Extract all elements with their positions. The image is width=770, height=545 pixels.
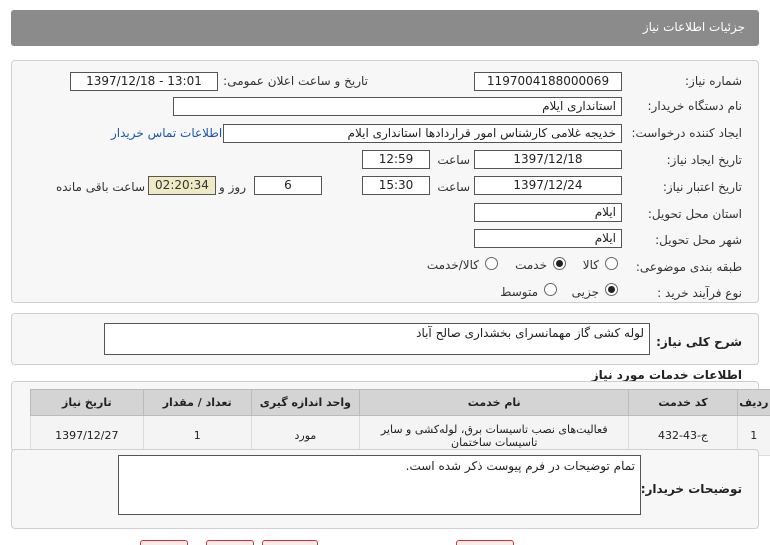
city-field[interactable]: ایلام (474, 229, 622, 248)
remaining-time-field: 02:20:34 (148, 176, 216, 195)
creator-field[interactable]: خدیجه غلامی کارشناس امور قراردادها استان… (223, 124, 622, 143)
need-number-field[interactable]: 1197004188000069 (474, 72, 622, 91)
process-minor-label: جزیی (571, 285, 599, 299)
page-title: جزئیات اطلاعات نیاز (642, 20, 745, 34)
action-button-3[interactable] (262, 540, 318, 545)
created-date-label: تاریخ ایجاد نیاز: (666, 153, 742, 167)
category-service-radio[interactable] (553, 257, 566, 270)
summary-field[interactable]: لوله کشی گاز مهمانسرای بخشداری صالح آباد (104, 323, 650, 355)
category-goods-service-label: کالا/خدمت (426, 258, 479, 272)
col-code: کد خدمت (628, 389, 738, 416)
col-qty: تعداد / مقدار (142, 389, 252, 416)
action-button-2[interactable] (206, 540, 254, 545)
col-row: ردیف (736, 389, 770, 416)
remaining-label: ساعت باقی مانده (55, 180, 145, 194)
province-label: استان محل تحویل: (647, 207, 742, 221)
action-button-1[interactable] (140, 540, 188, 545)
buyer-org-field[interactable]: استانداری ایلام (173, 97, 622, 116)
services-title: اطلاعات خدمات مورد نیاز (591, 368, 742, 382)
summary-label: شرح کلی نیاز: (656, 335, 742, 349)
services-header-row: تاریخ نیاز تعداد / مقدار واحد اندازه گیر… (30, 389, 770, 416)
created-time-field[interactable]: 12:59 (362, 150, 430, 169)
process-minor-radio[interactable] (605, 283, 618, 296)
validity-time-label: ساعت (437, 180, 470, 194)
action-button-4[interactable] (456, 540, 514, 545)
buyer-org-label: نام دستگاه خریدار: (647, 99, 743, 113)
services-table: تاریخ نیاز تعداد / مقدار واحد اندازه گیر… (30, 389, 770, 456)
category-goods-radio[interactable] (605, 257, 618, 270)
category-goods-service-radio[interactable] (485, 257, 498, 270)
col-date: تاریخ نیاز (30, 389, 144, 416)
created-time-label: ساعت (437, 153, 470, 167)
days-field[interactable]: 6 (254, 176, 322, 195)
col-name: نام خدمت (359, 389, 630, 416)
buyer-notes-field[interactable]: تمام توضیحات در فرم پیوست ذکر شده است. (118, 455, 641, 515)
process-medium-label: متوسط (500, 285, 538, 299)
announce-label: تاریخ و ساعت اعلان عمومی: (223, 74, 368, 88)
validity-time-field[interactable]: 15:30 (362, 176, 430, 195)
validity-date-label: تاریخ اعتبار نیاز: (662, 180, 742, 194)
buyer-notes-label: توضیحات خریدار: (640, 482, 742, 496)
validity-date-field[interactable]: 1397/12/24 (474, 176, 622, 195)
page-header: جزئیات اطلاعات نیاز (11, 10, 759, 46)
created-date-field[interactable]: 1397/12/18 (474, 150, 622, 169)
category-goods-label: کالا (582, 258, 599, 272)
process-medium-radio[interactable] (544, 283, 557, 296)
buyer-contact-link[interactable]: اطلاعات تماس خریدار (111, 126, 222, 140)
city-label: شهر محل تحویل: (655, 233, 742, 247)
announce-field[interactable]: 1397/12/18 - 13:01 (70, 72, 218, 91)
days-label: روز و (219, 180, 246, 194)
creator-label: ایجاد کننده درخواست: (631, 126, 742, 140)
category-service-label: خدمت (515, 258, 547, 272)
category-label: طبقه بندی موضوعی: (635, 260, 742, 274)
need-number-label: شماره نیاز: (685, 74, 742, 88)
process-label: نوع فرآیند خرید : (657, 286, 742, 300)
col-unit: واحد اندازه گیری (250, 389, 361, 416)
province-field[interactable]: ایلام (474, 203, 622, 222)
